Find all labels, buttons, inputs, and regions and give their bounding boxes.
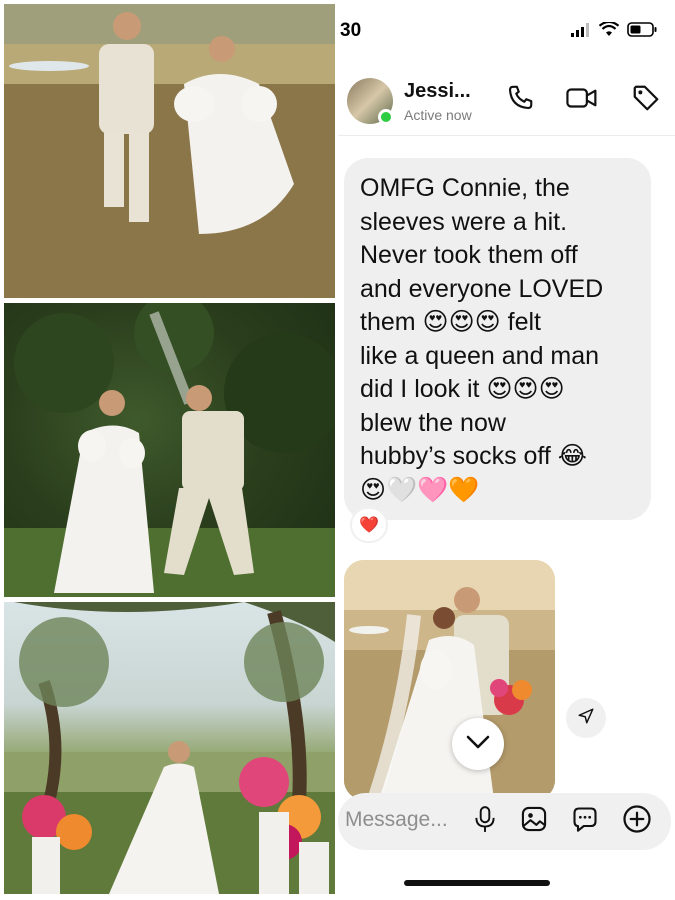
status-time: 30	[340, 20, 362, 41]
message-bubble[interactable]: OMFG Connie, the sleeves were a hit. Nev…	[344, 158, 651, 520]
message-line: OMFG Connie, the	[360, 174, 570, 202]
photo-ceremony-arch	[4, 602, 335, 894]
chat-panel: 30 Jessi... Active now OMFG Connie, the …	[338, 0, 675, 900]
heart-icon: ❤️	[359, 517, 379, 534]
contact-name[interactable]: Jessi...	[404, 80, 471, 103]
message-text: OMFG Connie, the sleeves were a hit. Nev…	[360, 172, 637, 507]
image-icon	[520, 805, 548, 838]
status-bar: 30	[338, 0, 675, 60]
message-line: like a queen and man	[360, 341, 600, 370]
message-line: and everyone LOVED	[360, 274, 604, 303]
photo-couple-walking	[4, 4, 335, 298]
photo-champagne-spray	[4, 303, 335, 597]
chat-bubble-icon	[571, 805, 599, 838]
add-attachment-button[interactable]	[621, 804, 653, 839]
video-icon	[565, 83, 599, 118]
status-icons	[571, 20, 657, 42]
tag-icon	[631, 83, 661, 118]
message-line: them 😍😍😍 felt	[360, 308, 542, 336]
message-composer: Message...	[338, 793, 671, 850]
chat-header: Jessi... Active now	[338, 70, 675, 136]
heart-reaction[interactable]: ❤️	[350, 507, 388, 543]
home-indicator[interactable]	[404, 880, 550, 886]
message-input[interactable]: Message...	[345, 808, 448, 832]
share-button[interactable]	[566, 698, 606, 738]
microphone-button[interactable]	[469, 805, 501, 837]
message-line: blew the now	[360, 408, 506, 437]
screen: 30 Jessi... Active now OMFG Connie, the …	[0, 0, 675, 900]
phone-call-button[interactable]	[502, 82, 538, 118]
image-message[interactable]	[344, 560, 555, 800]
message-line: 😍🤍🩷🧡	[360, 475, 480, 504]
contact-status: Active now	[404, 107, 472, 123]
video-call-button[interactable]	[564, 82, 600, 118]
signal-icon	[571, 22, 591, 42]
message-line: did I look it 😍😍😍	[360, 375, 565, 403]
message-line: hubby’s socks off 😂	[360, 442, 588, 470]
tag-button[interactable]	[628, 82, 664, 118]
plus-circle-icon	[622, 804, 652, 839]
battery-icon	[627, 22, 657, 42]
microphone-icon	[472, 805, 498, 838]
message-line: Never took them off	[360, 241, 578, 269]
scroll-to-bottom-button[interactable]	[452, 718, 504, 770]
send-icon	[577, 707, 595, 730]
gallery-button[interactable]	[518, 805, 550, 837]
wifi-icon	[598, 20, 620, 42]
chevron-down-icon	[466, 734, 490, 755]
phone-icon	[505, 83, 535, 118]
photo-collage	[0, 0, 338, 900]
sticker-button[interactable]	[569, 805, 601, 837]
online-status-dot	[378, 109, 394, 125]
message-line: sleeves were a hit.	[360, 207, 568, 236]
